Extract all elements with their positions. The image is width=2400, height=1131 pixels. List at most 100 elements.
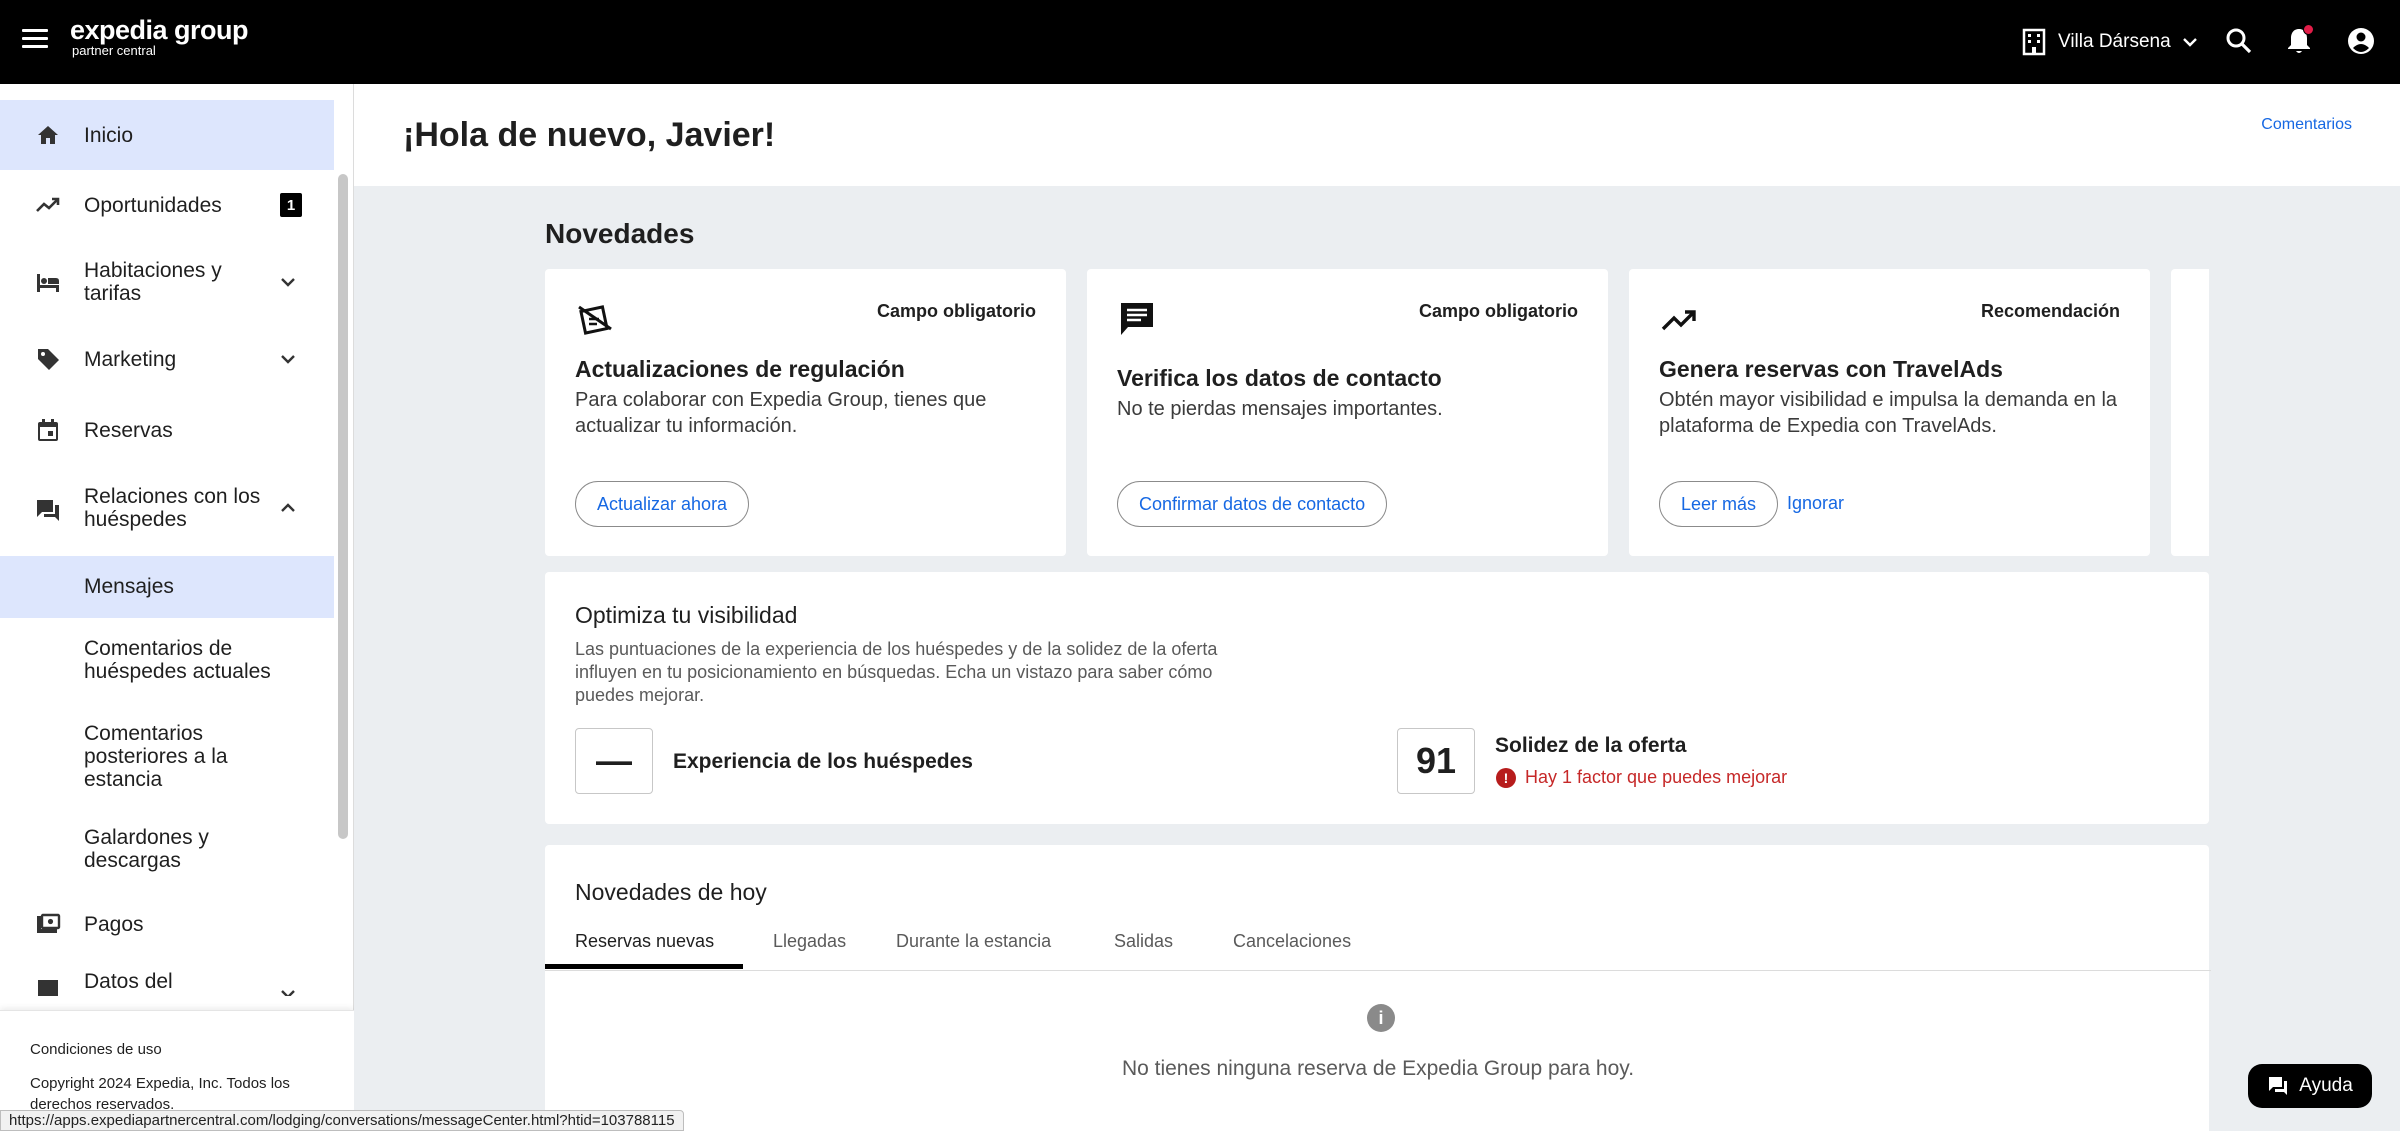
chevron-down-icon: [281, 355, 295, 364]
brand-subtitle: partner central: [72, 43, 156, 58]
visibility-description: Las puntuaciones de la experiencia de lo…: [575, 639, 1218, 705]
offer-strength-score[interactable]: 91: [1397, 728, 1475, 794]
sidebar-item-label: Marketing: [84, 348, 177, 371]
card-tag: Campo obligatorio: [877, 301, 1036, 321]
sidebar-item-label: Oportunidades: [84, 194, 222, 217]
news-section-title: Novedades: [545, 218, 695, 249]
sidebar-subitem-galardones[interactable]: Galardones y descargas: [0, 808, 334, 892]
sidebar-item-label: Mensajes: [84, 575, 174, 598]
terms-link[interactable]: Condiciones de uso: [30, 1041, 162, 1058]
visibility-panel: Optimiza tu visibilidad Las puntuaciones…: [545, 572, 2209, 824]
card-contact: Campo obligatorio Verifica los datos de …: [1087, 269, 1608, 556]
menu-icon[interactable]: [20, 24, 50, 54]
guest-experience-score[interactable]: —: [575, 728, 653, 794]
help-button[interactable]: Ayuda: [2248, 1064, 2372, 1108]
today-tabs: Reservas nuevas Llegadas Durante la esta…: [545, 919, 2211, 971]
message-icon: [1117, 299, 1157, 339]
error-icon: !: [1496, 767, 1516, 788]
trending-up-icon: [1659, 299, 1699, 339]
building-icon: [32, 974, 64, 996]
sidebar-item-label: Comentarios de huéspedes actuales: [84, 637, 271, 683]
tab-cancelaciones[interactable]: Cancelaciones: [1233, 919, 1351, 971]
home-icon: [32, 119, 64, 151]
today-title: Novedades de hoy: [575, 879, 767, 905]
card-description: No te pierdas mensajes importantes.: [1117, 398, 1443, 420]
top-bar: expedia group partner central Villa Dárs…: [0, 0, 2400, 84]
sidebar-subitem-comentarios-actuales[interactable]: Comentarios de huéspedes actuales: [0, 618, 334, 702]
card-title: Genera reservas con TravelAds: [1659, 356, 2003, 382]
sidebar: Inicio Oportunidades 1 Habitaciones y ta…: [0, 84, 354, 1131]
bed-icon: [32, 266, 64, 298]
sidebar-item-label: Galardones y descargas: [84, 826, 209, 872]
search-icon[interactable]: [2222, 24, 2256, 58]
main-content: ¡Hola de nuevo, Javier! Comentarios Nove…: [354, 84, 2400, 1131]
active-tab-indicator: [545, 964, 743, 969]
sidebar-item-inicio[interactable]: Inicio: [0, 100, 334, 170]
card-description: Obtén mayor visibilidad e impulsa la dem…: [1659, 389, 2118, 437]
sidebar-item-label: Relaciones con los huéspedes: [84, 485, 261, 531]
trending-icon: [32, 189, 64, 221]
brand-logo[interactable]: expedia group partner central: [70, 15, 249, 58]
sidebar-subitem-mensajes[interactable]: Mensajes: [0, 556, 334, 618]
ignore-button[interactable]: Ignorar: [1787, 493, 1844, 514]
guest-experience-label[interactable]: Experiencia de los huéspedes: [673, 750, 973, 774]
count-badge: 1: [280, 193, 302, 217]
info-icon: i: [1367, 1004, 1395, 1032]
sidebar-item-label: Habitaciones y tarifas: [84, 259, 222, 305]
copyright-text: Copyright 2024 Expedia, Inc. Todos los d…: [30, 1075, 290, 1113]
page-title: ¡Hola de nuevo, Javier!: [403, 116, 776, 154]
sidebar-item-label: Reservas: [84, 419, 173, 442]
property-name: Villa Dársena: [2058, 31, 2171, 52]
card-tag: Recomendación: [1980, 301, 2120, 321]
notifications-button[interactable]: [2282, 24, 2316, 58]
sidebar-item-relaciones[interactable]: Relaciones con los huéspedes: [0, 466, 334, 550]
update-now-button[interactable]: Actualizar ahora: [575, 481, 750, 527]
tab-durante-estancia[interactable]: Durante la estancia: [896, 919, 1051, 971]
help-label: Ayuda: [2299, 1075, 2353, 1096]
feedback-link[interactable]: Comentarios: [2261, 116, 2352, 134]
today-panel: Novedades de hoy Reservas nuevas Llegada…: [545, 845, 2211, 1131]
card-regulation: Campo obligatorio Actualizaciones de reg…: [545, 269, 1066, 556]
sidebar-item-label: Comentarios posteriores a la estancia: [84, 722, 228, 791]
tag-icon: [32, 343, 64, 375]
sidebar-item-reservas[interactable]: Reservas: [0, 394, 334, 466]
offer-strength-label[interactable]: Solidez de la oferta: [1495, 734, 1686, 758]
notification-dot: [2303, 24, 2314, 35]
card-tag: Campo obligatorio: [1419, 301, 1578, 321]
card-description: Para colaborar con Expedia Group, tienes…: [575, 389, 987, 437]
chevron-up-icon: [281, 503, 295, 512]
chat-help-icon: [2269, 1077, 2288, 1095]
chevron-down-icon: [281, 990, 295, 996]
brand-name: expedia group: [70, 15, 249, 45]
card-title: Actualizaciones de regulación: [575, 356, 905, 382]
account-icon[interactable]: [2344, 24, 2378, 58]
sidebar-subitem-comentarios-posteriores[interactable]: Comentarios posteriores a la estancia: [0, 702, 334, 808]
sidebar-scrollbar[interactable]: [338, 174, 348, 839]
visibility-title: Optimiza tu visibilidad: [575, 602, 798, 628]
card-title: Verifica los datos de contacto: [1117, 365, 1442, 391]
card-next-partial: [2171, 269, 2209, 556]
welcome-header: ¡Hola de nuevo, Javier! Comentarios: [354, 84, 2400, 186]
chat-icon: [32, 494, 64, 526]
tab-llegadas[interactable]: Llegadas: [773, 919, 846, 971]
sidebar-item-pagos[interactable]: Pagos: [0, 892, 334, 956]
sidebar-item-habitaciones[interactable]: Habitaciones y tarifas: [0, 240, 334, 324]
sidebar-item-label: Inicio: [84, 124, 134, 147]
sidebar-item-label: Datos del: [84, 970, 173, 993]
regulation-icon: [575, 299, 615, 339]
sidebar-item-datos[interactable]: Datos del: [0, 956, 334, 996]
sidebar-item-marketing[interactable]: Marketing: [0, 324, 334, 394]
offer-warning-text: Hay 1 factor que puedes mejorar: [1525, 767, 1788, 787]
sidebar-item-oportunidades[interactable]: Oportunidades 1: [0, 170, 334, 240]
empty-state-text: No tienes ninguna reserva de Expedia Gro…: [1121, 1057, 1635, 1080]
tab-salidas[interactable]: Salidas: [1114, 919, 1173, 971]
building-icon: [2022, 28, 2046, 56]
confirm-contact-button[interactable]: Confirmar datos de contacto: [1117, 481, 1388, 527]
property-selector[interactable]: Villa Dársena: [2022, 24, 2211, 60]
card-travelads: Recomendación Genera reservas con Travel…: [1629, 269, 2150, 556]
offer-warning[interactable]: ! Hay 1 factor que puedes mejorar: [1496, 767, 1787, 788]
payments-icon: [32, 908, 64, 940]
chevron-down-icon: [2182, 38, 2197, 47]
read-more-button[interactable]: Leer más: [1659, 481, 1779, 527]
status-url: https://apps.expediapartnercentral.com/l…: [0, 1110, 684, 1131]
